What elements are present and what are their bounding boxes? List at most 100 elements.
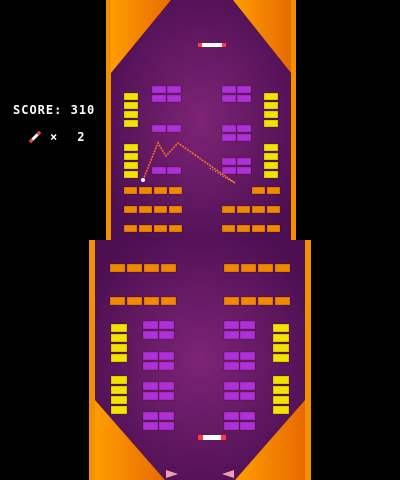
brick-orange <box>266 224 281 233</box>
brick-yellow <box>123 143 139 152</box>
brick-purple <box>239 381 256 391</box>
brick-orange <box>236 224 251 233</box>
brick-yellow <box>272 353 290 363</box>
brick-yellow <box>272 395 290 405</box>
brick-yellow <box>123 101 139 110</box>
brick-orange <box>251 186 266 195</box>
brick-orange <box>266 205 281 214</box>
brick-purple <box>236 94 252 103</box>
game-field <box>89 0 311 480</box>
score-display: SCORE: 310 <box>13 103 95 117</box>
brick-purple <box>221 85 237 94</box>
brick-orange <box>266 186 281 195</box>
brick-purple <box>221 157 237 166</box>
brick-orange <box>274 263 291 273</box>
brick-purple <box>151 166 167 175</box>
brick-purple <box>142 381 159 391</box>
brick-yellow <box>110 343 128 353</box>
brick-orange <box>143 296 160 306</box>
lives-multiplier: × <box>50 130 58 144</box>
brick-yellow <box>263 119 279 128</box>
brick-purple <box>142 421 159 431</box>
brick-purple <box>166 94 182 103</box>
brick-orange <box>168 224 183 233</box>
brick-purple <box>236 133 252 142</box>
brick-orange <box>223 296 240 306</box>
brick-purple <box>239 351 256 361</box>
brick-orange <box>160 263 177 273</box>
lives-count: 2 <box>77 130 85 144</box>
brick-orange <box>153 224 168 233</box>
brick-purple <box>239 421 256 431</box>
brick-orange <box>240 296 257 306</box>
brick-purple <box>221 166 237 175</box>
brick-purple <box>142 411 159 421</box>
brick-yellow <box>123 170 139 179</box>
brick-orange <box>123 186 138 195</box>
brick-purple <box>166 85 182 94</box>
brick-orange <box>236 205 251 214</box>
brick-yellow <box>123 92 139 101</box>
brick-yellow <box>272 333 290 343</box>
brick-yellow <box>263 152 279 161</box>
brick-purple <box>166 124 182 133</box>
brick-orange <box>143 263 160 273</box>
brick-purple <box>142 330 159 340</box>
brick-yellow <box>123 152 139 161</box>
brick-orange <box>257 263 274 273</box>
brick-yellow <box>123 110 139 119</box>
brick-orange <box>123 224 138 233</box>
brick-orange <box>223 263 240 273</box>
brick-purple <box>166 166 182 175</box>
brick-orange <box>138 205 153 214</box>
brick-purple <box>158 391 175 401</box>
brick-yellow <box>110 405 128 415</box>
brick-purple <box>223 381 240 391</box>
brick-purple <box>158 320 175 330</box>
brick-yellow <box>123 161 139 170</box>
brick-purple <box>158 421 175 431</box>
lives-display: × 2 <box>28 130 84 144</box>
brick-orange <box>274 296 291 306</box>
brick-orange <box>160 296 177 306</box>
top-paddle <box>198 43 226 47</box>
brick-purple <box>223 421 240 431</box>
brick-orange <box>126 296 143 306</box>
brick-purple <box>236 124 252 133</box>
brick-purple <box>239 320 256 330</box>
brick-yellow <box>263 101 279 110</box>
lower-wall-right <box>305 240 311 480</box>
brick-orange <box>221 224 236 233</box>
brick-purple <box>223 351 240 361</box>
brick-purple <box>221 94 237 103</box>
brick-orange <box>240 263 257 273</box>
brick-yellow <box>272 375 290 385</box>
brick-yellow <box>123 119 139 128</box>
brick-purple <box>236 166 252 175</box>
brick-purple <box>151 85 167 94</box>
brick-purple <box>236 85 252 94</box>
brick-yellow <box>110 375 128 385</box>
brick-yellow <box>110 323 128 333</box>
upper-wall-left <box>106 0 111 240</box>
brick-orange <box>109 296 126 306</box>
ball <box>141 178 145 182</box>
brick-purple <box>142 320 159 330</box>
brick-purple <box>221 124 237 133</box>
brick-purple <box>223 391 240 401</box>
brick-purple <box>223 411 240 421</box>
brick-purple <box>158 330 175 340</box>
paddle-icon <box>28 130 42 144</box>
brick-orange <box>126 263 143 273</box>
brick-orange <box>123 205 138 214</box>
player-paddle[interactable] <box>198 435 226 440</box>
brick-purple <box>158 351 175 361</box>
brick-orange <box>168 205 183 214</box>
brick-orange <box>153 186 168 195</box>
brick-purple <box>158 411 175 421</box>
upper-wall-right <box>291 0 296 240</box>
brick-orange <box>138 186 153 195</box>
brick-purple <box>221 133 237 142</box>
brick-purple <box>223 361 240 371</box>
brick-yellow <box>263 110 279 119</box>
